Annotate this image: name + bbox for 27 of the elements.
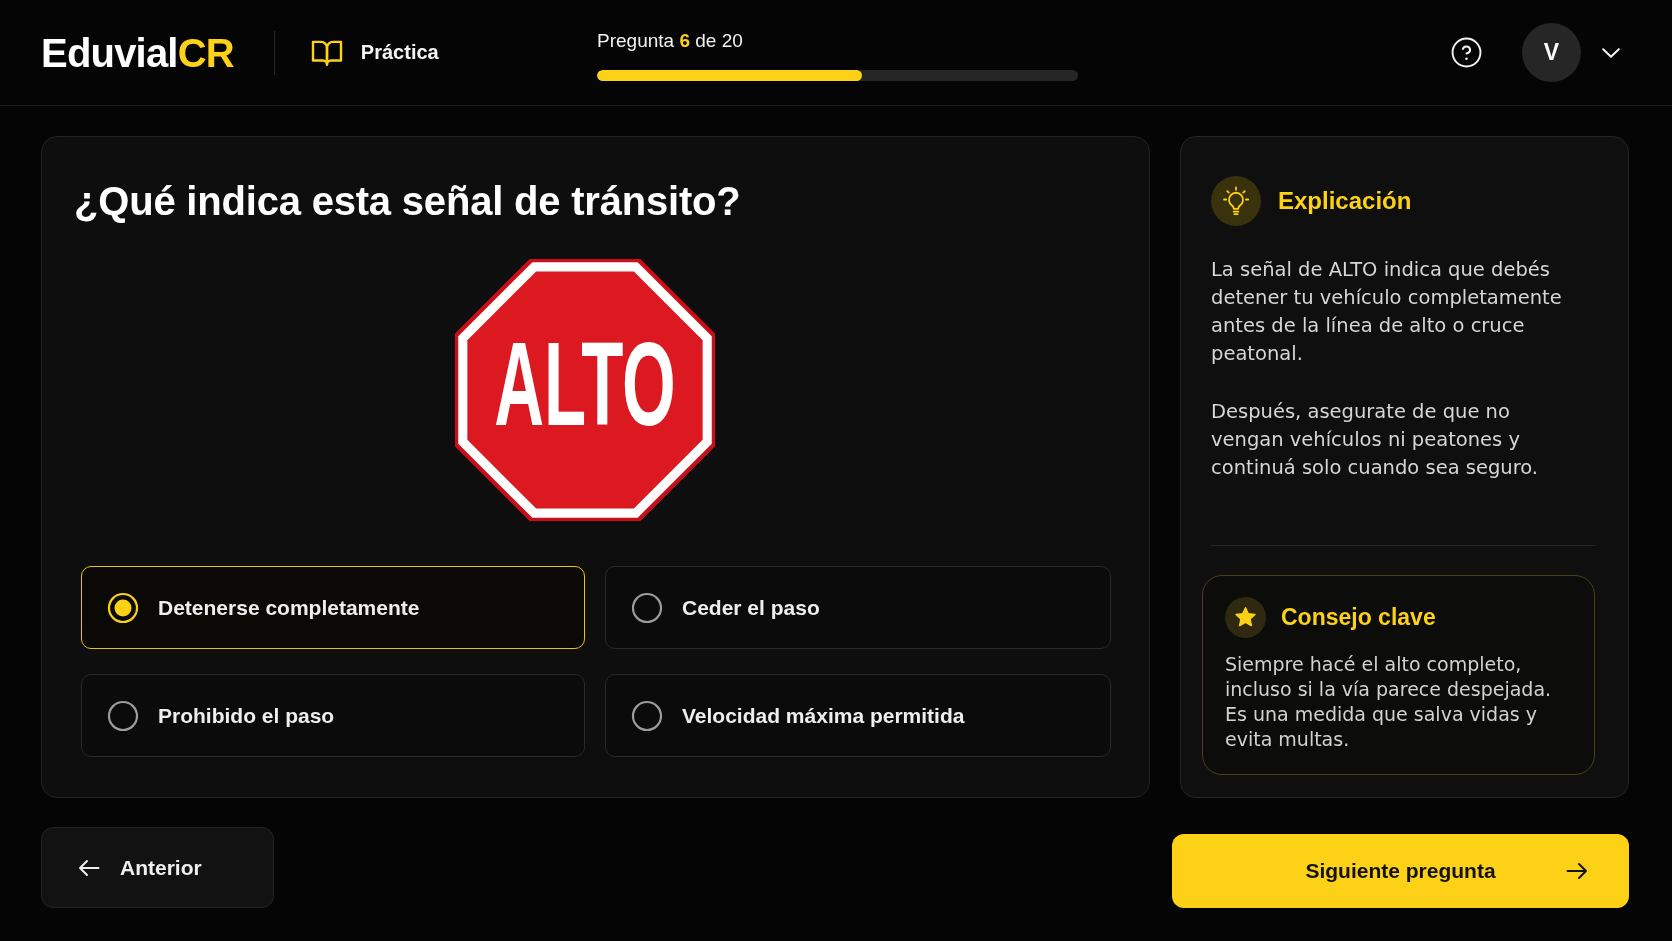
answer-option[interactable]: Prohibido el paso xyxy=(81,674,585,757)
tip-title: Consejo clave xyxy=(1281,604,1436,631)
arrow-right-icon xyxy=(1566,862,1588,880)
tip-text: Siempre hacé el alto completo, incluso si la vía parece despejada. Es una medida que salva vidas y evita multas. xyxy=(1225,652,1553,752)
radio-icon xyxy=(631,591,663,624)
next-button[interactable]: Siguiente pregunta xyxy=(1172,834,1629,908)
answer-option[interactable]: Velocidad máxima permitida xyxy=(605,674,1111,757)
radio-icon xyxy=(107,699,139,732)
explanation-title: Explicación xyxy=(1278,187,1412,215)
section-title: Práctica xyxy=(360,41,439,64)
previous-button[interactable]: Anterior xyxy=(41,827,274,908)
radio-icon xyxy=(107,591,139,624)
help-icon[interactable] xyxy=(1451,37,1482,68)
book-icon xyxy=(310,39,343,66)
radio-icon xyxy=(631,699,663,732)
progress-label: Pregunta 6 de 20 xyxy=(597,28,743,53)
arrow-left-icon xyxy=(78,858,100,877)
logo-wordmark: EduvialCR xyxy=(41,29,234,76)
explanation-text: La señal de ALTO indica que debés detener tu vehículo completamente antes de la línea de alto o cruce peatonal. xyxy=(1211,257,1563,367)
question-title: ¿Qué indica esta señal de tránsito? xyxy=(74,178,741,225)
explanation-text: Después, asegurate de que no vengan vehículos ni peatones y continuá solo cuando sea seguro. xyxy=(1211,399,1540,481)
lightbulb-icon xyxy=(1211,176,1261,226)
stop-sign: ALTO xyxy=(455,259,715,521)
answer-option[interactable]: Detenerse completamente xyxy=(81,566,585,649)
chevron-down-icon[interactable] xyxy=(1602,47,1620,58)
answer-option[interactable]: Ceder el paso xyxy=(605,566,1111,649)
avatar[interactable]: V xyxy=(1522,23,1581,82)
